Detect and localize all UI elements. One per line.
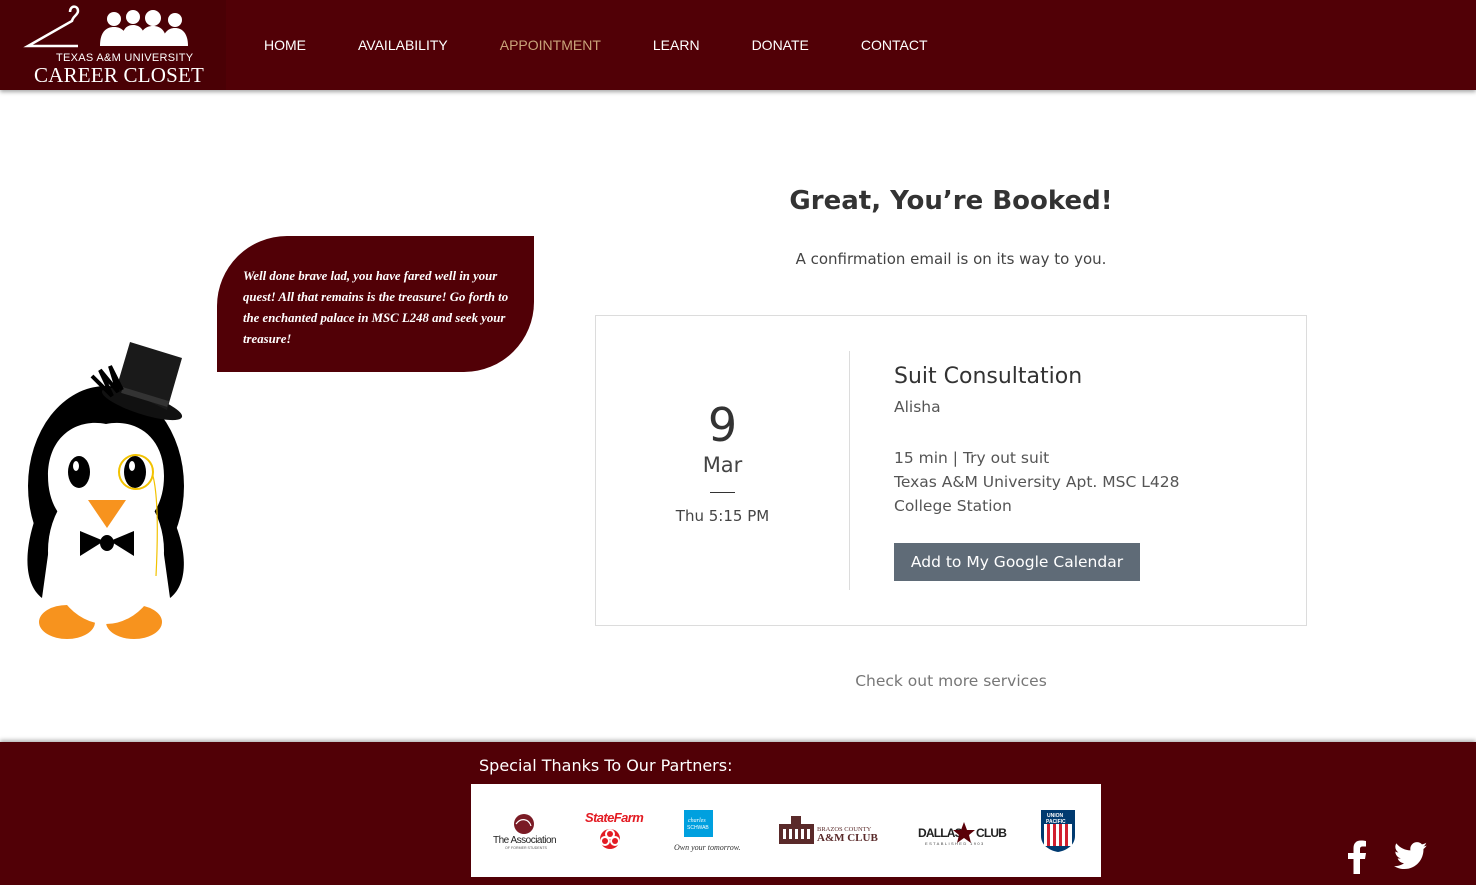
booking-date: 9 Mar Thu 5:15 PM bbox=[596, 316, 849, 625]
partner-schwab-name-2: SCHWAB bbox=[687, 825, 709, 831]
confirmation-subtitle: A confirmation email is on its way to yo… bbox=[795, 250, 1107, 268]
page-title: Great, You’re Booked! bbox=[789, 186, 1113, 216]
partner-schwab-tagline: Own your tomorrow. bbox=[674, 843, 740, 852]
location-line-2: College Station bbox=[894, 497, 1012, 515]
nav-contact[interactable]: CONTACT bbox=[835, 37, 954, 53]
service-name: Suit Consultation bbox=[894, 364, 1083, 389]
main-nav: HOME AVAILABILITY APPOINTMENT LEARN DONA… bbox=[238, 0, 954, 90]
site-header: TEXAS A&M UNIVERSITY CAREER CLOSET HOME … bbox=[0, 0, 1476, 90]
staff-name: Alisha bbox=[894, 398, 941, 416]
partners-heading: Special Thanks To Our Partners: bbox=[479, 756, 733, 775]
duration-line: 15 min | Try out suit bbox=[894, 449, 1050, 467]
partner-brazos-name-2: A&M CLUB bbox=[817, 832, 878, 844]
partner-brazos-logo[interactable]: BRAZOS COUNTY A&M CLUB bbox=[779, 816, 878, 844]
partner-dallas-established: ESTABLISHED 1903 bbox=[925, 841, 985, 846]
partner-logos: The Association OF FORMER STUDENTS State… bbox=[493, 810, 1075, 852]
partner-unionpacific-name-2: PACIFIC bbox=[1046, 819, 1066, 825]
twitter-icon[interactable] bbox=[1394, 842, 1428, 870]
nav-learn[interactable]: LEARN bbox=[627, 37, 726, 53]
location-line-1: Texas A&M University Apt. MSC L428 bbox=[894, 473, 1180, 491]
partners-banner: The Association OF FORMER STUDENTS State… bbox=[471, 784, 1101, 877]
booking-day: 9 bbox=[707, 398, 738, 452]
career-closet-logo[interactable]: TEXAS A&M UNIVERSITY CAREER CLOSET bbox=[0, 0, 226, 90]
site-footer: Special Thanks To Our Partners: The Asso… bbox=[0, 742, 1476, 885]
partner-statefarm-logo[interactable]: StateFarm bbox=[585, 810, 645, 849]
nav-availability[interactable]: AVAILABILITY bbox=[332, 37, 474, 53]
speech-bubble-text: Well done brave lad, you have fared well… bbox=[243, 269, 509, 346]
partner-association-name: The Association bbox=[493, 835, 556, 846]
booking-month: Mar bbox=[702, 453, 743, 477]
add-to-google-calendar-button[interactable]: Add to My Google Calendar bbox=[894, 543, 1140, 581]
nav-home[interactable]: HOME bbox=[238, 37, 332, 53]
partner-schwab-logo[interactable]: charles SCHWAB Own your tomorrow. bbox=[674, 810, 740, 852]
date-divider bbox=[710, 492, 735, 493]
speech-bubble: Well done brave lad, you have fared well… bbox=[217, 236, 534, 372]
partner-unionpacific-logo[interactable]: UNION PACIFIC bbox=[1041, 810, 1075, 852]
booking-card: 9 Mar Thu 5:15 PM Suit Consultation Alis… bbox=[595, 315, 1307, 626]
partner-schwab-name-1: charles bbox=[688, 818, 706, 824]
partner-statefarm-name: StateFarm bbox=[585, 810, 644, 825]
nav-donate[interactable]: DONATE bbox=[726, 37, 835, 53]
partner-dallas-name-2: CLUB bbox=[976, 826, 1007, 840]
logo-title: CAREER CLOSET bbox=[34, 63, 205, 87]
card-divider bbox=[849, 351, 850, 590]
booking-time: Thu 5:15 PM bbox=[675, 507, 770, 525]
partner-association-logo[interactable]: The Association OF FORMER STUDENTS bbox=[493, 814, 557, 850]
facebook-icon[interactable] bbox=[1345, 840, 1369, 874]
partner-association-sub: OF FORMER STUDENTS bbox=[505, 846, 548, 850]
partner-dallas-name-1: DALLAS bbox=[918, 826, 963, 840]
more-services-link[interactable]: Check out more services bbox=[595, 672, 1307, 690]
booking-meta: 15 min | Try out suit Texas A&M Universi… bbox=[894, 446, 1179, 518]
partner-dallas-logo[interactable]: DALLAS CLUB ESTABLISHED 1903 bbox=[918, 822, 1008, 846]
penguin-mascot-icon bbox=[27, 342, 184, 639]
nav-appointment[interactable]: APPOINTMENT bbox=[474, 37, 627, 53]
